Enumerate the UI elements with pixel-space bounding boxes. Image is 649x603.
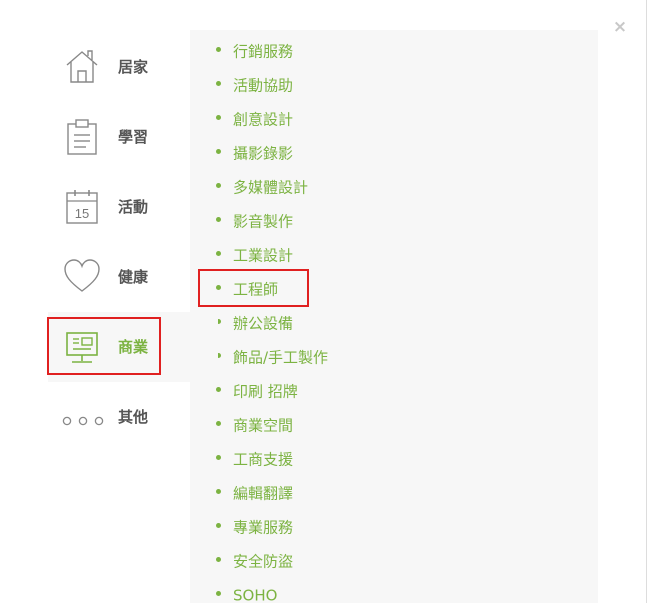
more-dots-icon [62, 412, 106, 426]
category-picker-dialog: × 行銷服務 活動協助 創意設計 攝影錄影 多媒體設計 影音製作 工業設計 工程… [0, 0, 649, 603]
calendar-icon: 15 [64, 188, 100, 226]
bullet-icon [216, 251, 221, 256]
bullet-icon [216, 217, 221, 222]
subcategory-item-soho[interactable]: SOHO [216, 585, 328, 603]
subcategory-item-printing-signage[interactable]: 印刷 招牌 [216, 381, 328, 415]
subcategory-item-business-support[interactable]: 工商支援 [216, 449, 328, 483]
clipboard-icon [64, 118, 100, 156]
category-label: 活動 [118, 198, 149, 216]
bullet-icon [216, 489, 221, 494]
bullet-icon [216, 47, 221, 52]
category-label: 商業 [118, 338, 149, 356]
bullet-icon [216, 557, 221, 562]
close-icon[interactable]: × [612, 18, 628, 36]
bullet-icon [216, 591, 221, 596]
subcategory-item-professional-services[interactable]: 專業服務 [216, 517, 328, 551]
calendar-date-text: 15 [75, 206, 89, 221]
presentation-board-icon [64, 328, 100, 366]
subcategory-item-engineer[interactable]: 工程師 [198, 269, 328, 313]
category-other[interactable]: 其他 [48, 382, 190, 452]
bullet-icon [216, 455, 221, 460]
subcategory-item-creative-design[interactable]: 創意設計 [216, 109, 328, 143]
bullet-icon [216, 387, 221, 392]
bullet-icon [216, 285, 221, 290]
category-events[interactable]: 15 活動 [48, 172, 190, 242]
subcategory-item-event-assist[interactable]: 活動協助 [216, 75, 328, 109]
category-learning[interactable]: 學習 [48, 102, 190, 172]
heart-icon [64, 258, 100, 296]
subcategory-item-multimedia-design[interactable]: 多媒體設計 [216, 177, 328, 211]
bullet-icon [216, 183, 221, 188]
category-list: 居家 學習 15 活動 健康 商業 其他 [47, 32, 218, 452]
bullet-icon [216, 115, 221, 120]
bullet-icon [216, 149, 221, 154]
category-health[interactable]: 健康 [48, 242, 190, 312]
subcategory-item-av-production[interactable]: 影音製作 [216, 211, 328, 245]
subcategory-item-office-equipment[interactable]: 辦公設備 [216, 313, 328, 347]
house-icon [64, 48, 100, 86]
category-label: 健康 [118, 268, 149, 286]
category-home[interactable]: 居家 [48, 32, 190, 102]
dialog-border [646, 0, 647, 603]
bullet-icon [216, 421, 221, 426]
subcategory-item-photo-video[interactable]: 攝影錄影 [216, 143, 328, 177]
category-label: 其他 [118, 408, 149, 426]
subcategory-item-commercial-space[interactable]: 商業空間 [216, 415, 328, 449]
subcategory-item-security[interactable]: 安全防盜 [216, 551, 328, 585]
subcategory-item-editing-translation[interactable]: 編輯翻譯 [216, 483, 328, 517]
category-label: 學習 [118, 128, 149, 146]
bullet-icon [216, 81, 221, 86]
subcategory-list: 行銷服務 活動協助 創意設計 攝影錄影 多媒體設計 影音製作 工業設計 工程師 … [198, 41, 328, 603]
category-label: 居家 [118, 58, 149, 76]
subcategory-panel: 行銷服務 活動協助 創意設計 攝影錄影 多媒體設計 影音製作 工業設計 工程師 … [190, 30, 598, 603]
subcategory-item-accessories-handmade[interactable]: 飾品/手工製作 [216, 347, 328, 381]
bullet-icon [216, 523, 221, 528]
subcategory-item-industrial-design[interactable]: 工業設計 [216, 245, 328, 279]
category-business[interactable]: 商業 [47, 312, 218, 382]
subcategory-item-marketing[interactable]: 行銷服務 [216, 41, 328, 75]
